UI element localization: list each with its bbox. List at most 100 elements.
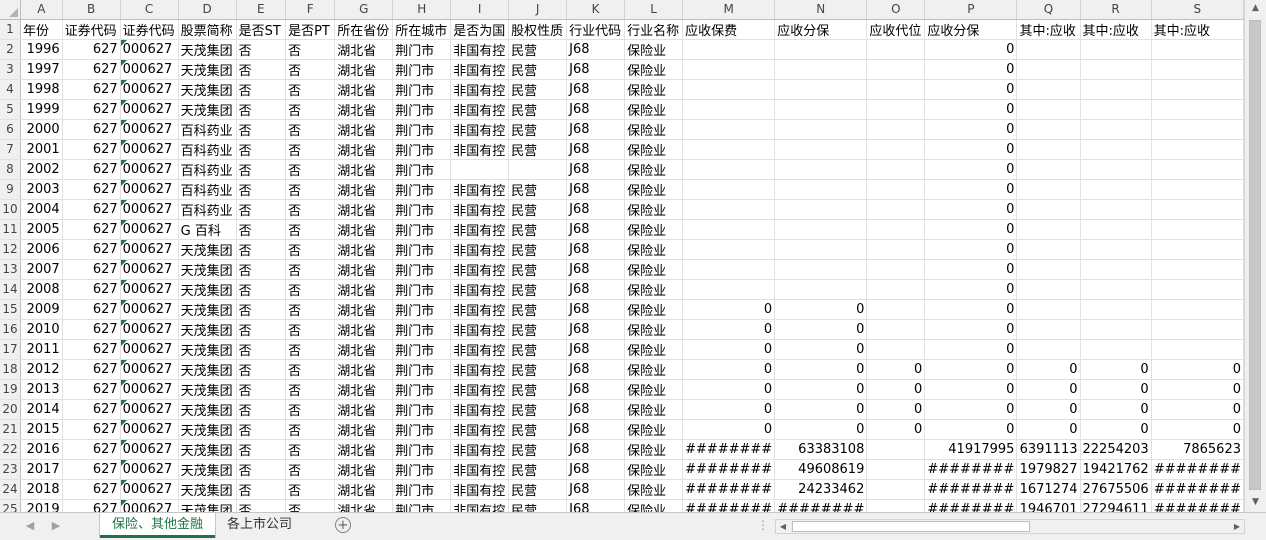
cell-G25[interactable]: 湖北省: [334, 499, 394, 512]
cell-N5[interactable]: [774, 99, 868, 120]
cell-R21[interactable]: 0: [1080, 419, 1152, 440]
cell-Q17[interactable]: [1016, 339, 1081, 360]
cell-I4[interactable]: 非国有控: [450, 79, 510, 100]
column-header-J[interactable]: J: [508, 0, 568, 20]
cell-M15[interactable]: 0: [682, 299, 776, 320]
cell-N20[interactable]: 0: [774, 399, 868, 420]
cell-O19[interactable]: 0: [866, 379, 926, 400]
cell-P17[interactable]: 0: [924, 339, 1018, 360]
cell-Q1[interactable]: 其中:应收: [1016, 19, 1081, 40]
cell-D22[interactable]: 天茂集团: [178, 439, 237, 460]
cell-M10[interactable]: [682, 199, 776, 220]
cell-P6[interactable]: 0: [924, 119, 1018, 140]
cell-N4[interactable]: [774, 79, 868, 100]
cell-O8[interactable]: [866, 159, 926, 180]
cell-A4[interactable]: 1998: [20, 79, 63, 100]
cell-E16[interactable]: 否: [236, 319, 287, 340]
cell-C11[interactable]: 000627: [120, 219, 179, 240]
cell-O7[interactable]: [866, 139, 926, 160]
cell-N1[interactable]: 应收分保: [774, 19, 868, 40]
cell-Q19[interactable]: 0: [1016, 379, 1081, 400]
cell-S11[interactable]: [1151, 219, 1244, 240]
cell-C25[interactable]: 000627: [120, 499, 179, 512]
cell-Q11[interactable]: [1016, 219, 1081, 240]
cell-C18[interactable]: 000627: [120, 359, 179, 380]
cell-Q12[interactable]: [1016, 239, 1081, 260]
row-header[interactable]: 17: [0, 339, 21, 360]
cell-K16[interactable]: J68: [566, 319, 626, 340]
cell-C23[interactable]: 000627: [120, 459, 179, 480]
sheet-tab-insurance[interactable]: 保险、其他金融: [100, 513, 216, 538]
cell-F9[interactable]: 否: [285, 179, 336, 200]
cell-O5[interactable]: [866, 99, 926, 120]
cell-H14[interactable]: 荆门市: [392, 279, 452, 300]
cell-E12[interactable]: 否: [236, 239, 287, 260]
column-header-D[interactable]: D: [178, 0, 237, 20]
cell-J9[interactable]: 民营: [508, 179, 568, 200]
cell-A11[interactable]: 2005: [20, 219, 63, 240]
column-header-F[interactable]: F: [285, 0, 336, 20]
cell-D5[interactable]: 天茂集团: [178, 99, 237, 120]
cell-J18[interactable]: 民营: [508, 359, 568, 380]
cell-J14[interactable]: 民营: [508, 279, 568, 300]
cell-F1[interactable]: 是否PT: [285, 19, 336, 40]
cell-N11[interactable]: [774, 219, 868, 240]
cell-E22[interactable]: 否: [236, 439, 287, 460]
cell-I9[interactable]: 非国有控: [450, 179, 510, 200]
cell-H11[interactable]: 荆门市: [392, 219, 452, 240]
cell-P10[interactable]: 0: [924, 199, 1018, 220]
cell-M25[interactable]: ########: [682, 499, 776, 512]
cell-C24[interactable]: 000627: [120, 479, 179, 500]
cell-N24[interactable]: 24233462: [774, 479, 868, 500]
cell-M3[interactable]: [682, 59, 776, 80]
row-header[interactable]: 23: [0, 459, 21, 480]
cell-H25[interactable]: 荆门市: [392, 499, 452, 512]
cell-R3[interactable]: [1080, 59, 1152, 80]
cell-S1[interactable]: 其中:应收: [1151, 19, 1244, 40]
cell-M4[interactable]: [682, 79, 776, 100]
cell-B19[interactable]: 627: [62, 379, 121, 400]
cell-C10[interactable]: 000627: [120, 199, 179, 220]
cell-A3[interactable]: 1997: [20, 59, 63, 80]
cell-G14[interactable]: 湖北省: [334, 279, 394, 300]
cell-L5[interactable]: 保险业: [624, 99, 684, 120]
cell-P21[interactable]: 0: [924, 419, 1018, 440]
cell-Q10[interactable]: [1016, 199, 1081, 220]
cell-P4[interactable]: 0: [924, 79, 1018, 100]
cell-G11[interactable]: 湖北省: [334, 219, 394, 240]
cell-D13[interactable]: 天茂集团: [178, 259, 237, 280]
cell-B12[interactable]: 627: [62, 239, 121, 260]
worksheet-table[interactable]: ABCDEFGHIJKLMNOPQRS 1 年份 证券代码 证券代码 股票简称 是否ST 是…: [0, 0, 1244, 512]
cell-N25[interactable]: ########: [774, 499, 868, 512]
cell-J19[interactable]: 民营: [508, 379, 568, 400]
cell-H15[interactable]: 荆门市: [392, 299, 452, 320]
row-header[interactable]: 18: [0, 359, 21, 380]
cell-L19[interactable]: 保险业: [624, 379, 684, 400]
cell-D1[interactable]: 股票简称: [178, 19, 237, 40]
column-header-C[interactable]: C: [120, 0, 179, 20]
cell-J4[interactable]: 民营: [508, 79, 568, 100]
cell-K17[interactable]: J68: [566, 339, 626, 360]
cell-I16[interactable]: 非国有控: [450, 319, 510, 340]
cell-L15[interactable]: 保险业: [624, 299, 684, 320]
cell-E20[interactable]: 否: [236, 399, 287, 420]
cell-C16[interactable]: 000627: [120, 319, 179, 340]
cell-R14[interactable]: [1080, 279, 1152, 300]
cell-M2[interactable]: [682, 39, 776, 60]
cell-Q15[interactable]: [1016, 299, 1081, 320]
row-header[interactable]: 19: [0, 379, 21, 400]
cell-F8[interactable]: 否: [285, 159, 336, 180]
cell-G15[interactable]: 湖北省: [334, 299, 394, 320]
cell-G5[interactable]: 湖北省: [334, 99, 394, 120]
cell-P3[interactable]: 0: [924, 59, 1018, 80]
cell-N17[interactable]: 0: [774, 339, 868, 360]
cell-R24[interactable]: 27675506: [1080, 479, 1152, 500]
cell-B22[interactable]: 627: [62, 439, 121, 460]
cell-R2[interactable]: [1080, 39, 1152, 60]
cell-S13[interactable]: [1151, 259, 1244, 280]
add-sheet-icon[interactable]: +: [335, 517, 351, 533]
cell-H18[interactable]: 荆门市: [392, 359, 452, 380]
cell-B13[interactable]: 627: [62, 259, 121, 280]
cell-K25[interactable]: J68: [566, 499, 626, 512]
cell-J6[interactable]: 民营: [508, 119, 568, 140]
